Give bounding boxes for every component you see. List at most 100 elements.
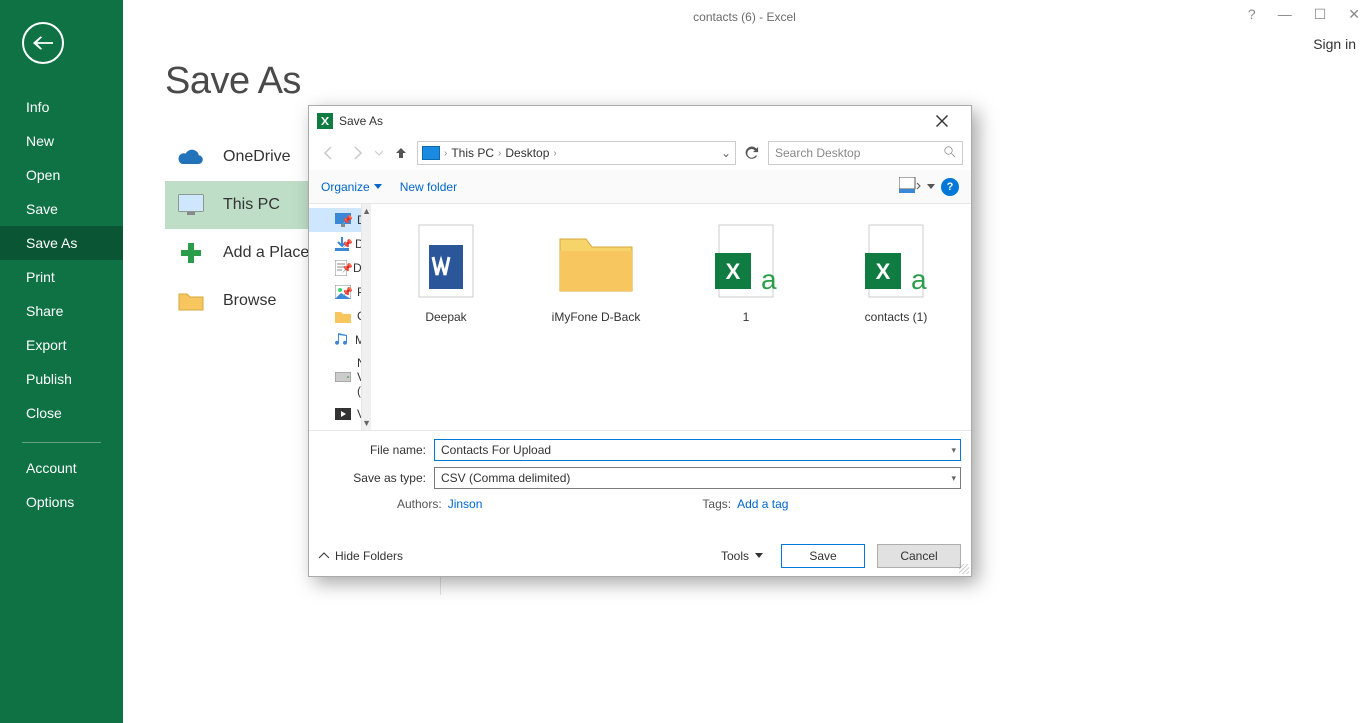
sign-in-link[interactable]: Sign in (1313, 36, 1356, 52)
maximize-button[interactable]: ☐ (1314, 6, 1327, 23)
arrow-up-icon (393, 145, 409, 161)
music-icon (335, 332, 349, 348)
arrow-right-icon (349, 145, 365, 161)
minimize-button[interactable]: — (1278, 6, 1292, 23)
dialog-close-button[interactable] (921, 108, 963, 134)
view-mode-button[interactable] (899, 177, 921, 196)
tags-value[interactable]: Add a tag (737, 497, 788, 511)
sidebar-item-share[interactable]: Share (0, 294, 123, 328)
tree-item-microsoft-excel[interactable]: Microsoft Excel (309, 426, 361, 430)
tree-item-new-volume-e-[interactable]: New Volume (E:) (309, 352, 361, 402)
save-type-label: Save as type: (319, 471, 434, 485)
folder-tree: Desktop📌Downloads📌Documents📌Pictures📌Chu… (309, 204, 362, 430)
hide-folders-toggle[interactable]: Hide Folders (319, 549, 403, 563)
view-icon (899, 177, 921, 193)
chevron-down-icon (375, 149, 383, 157)
svg-text:a,: a, (911, 264, 929, 295)
tree-item-documents[interactable]: Documents📌 (309, 256, 361, 280)
sidebar-item-publish[interactable]: Publish (0, 362, 123, 396)
nav-back-button[interactable] (317, 141, 341, 165)
tree-item-label: Downloads (355, 237, 362, 251)
sidebar-item-info[interactable]: Info (0, 90, 123, 124)
sidebar-item-options[interactable]: Options (0, 485, 123, 519)
scroll-down-icon[interactable]: ▼ (362, 418, 371, 428)
hide-folders-label: Hide Folders (335, 549, 403, 563)
help-button[interactable]: ? (1248, 6, 1256, 23)
resize-grip[interactable] (959, 564, 969, 574)
chevron-down-icon[interactable]: ▾ (951, 445, 956, 456)
file-name-input[interactable]: Contacts For Upload ▾ (434, 439, 961, 461)
tree-item-downloads[interactable]: Downloads📌 (309, 232, 361, 256)
chevron-down-icon[interactable] (927, 184, 935, 190)
chevron-right-icon: › (498, 148, 501, 159)
location-label: OneDrive (223, 148, 291, 166)
location-label: This PC (223, 196, 280, 214)
chevron-right-icon: › (553, 148, 556, 159)
csv-icon: Xa, (706, 222, 786, 302)
organize-menu[interactable]: Organize (321, 180, 382, 194)
nav-up-button[interactable] (389, 141, 413, 165)
file-item[interactable]: Deepak (391, 222, 501, 324)
back-button[interactable] (22, 22, 64, 64)
chevron-down-icon (755, 553, 763, 559)
pin-icon: 📌 (342, 239, 353, 250)
cancel-button[interactable]: Cancel (877, 544, 961, 568)
refresh-button[interactable] (740, 141, 764, 165)
sidebar-item-account[interactable]: Account (0, 451, 123, 485)
search-placeholder: Search Desktop (775, 146, 860, 160)
breadcrumb-part[interactable]: This PC (451, 146, 494, 160)
chevron-up-icon (319, 551, 329, 561)
nav-forward-button[interactable] (345, 141, 369, 165)
breadcrumb-bar[interactable]: › This PC › Desktop › ⌄ (417, 141, 736, 165)
pc-icon (175, 191, 207, 219)
chevron-down-icon[interactable]: ▾ (951, 473, 956, 484)
word-folder-icon (406, 222, 486, 302)
save-button[interactable]: Save (781, 544, 865, 568)
save-type-value: CSV (Comma delimited) (441, 471, 570, 485)
excel-icon (317, 113, 333, 129)
save-type-select[interactable]: CSV (Comma delimited) ▾ (434, 467, 961, 489)
organize-label: Organize (321, 180, 370, 194)
location-label: Browse (223, 292, 276, 310)
new-folder-button[interactable]: New folder (400, 180, 457, 194)
breadcrumb-part[interactable]: Desktop (505, 146, 549, 160)
tools-menu[interactable]: Tools (721, 549, 763, 563)
backstage-sidebar: InfoNewOpenSaveSave AsPrintShareExportPu… (0, 0, 123, 723)
location-label: Add a Place (223, 244, 309, 262)
file-item[interactable]: Xa, 1 (691, 222, 801, 324)
file-pane: Deepak iMyFone D-Back Xa, 1 Xa,contacts (1) (371, 204, 971, 430)
breadcrumb-dropdown[interactable]: ⌄ (721, 146, 731, 160)
tree-item-videos[interactable]: Videos (309, 402, 361, 426)
close-icon (936, 115, 948, 127)
file-item[interactable]: iMyFone D-Back (541, 222, 651, 324)
file-item[interactable]: Xa,contacts (1) (841, 222, 951, 324)
tree-item-desktop[interactable]: Desktop📌 (309, 208, 361, 232)
sidebar-item-save-as[interactable]: Save As (0, 226, 123, 260)
scroll-up-icon[interactable]: ▲ (362, 206, 371, 216)
nav-recent-dropdown[interactable] (373, 141, 385, 165)
tree-item-pictures[interactable]: Pictures📌 (309, 280, 361, 304)
back-arrow-icon (33, 36, 53, 50)
sidebar-item-save[interactable]: Save (0, 192, 123, 226)
refresh-icon (745, 146, 759, 160)
monitor-icon (422, 146, 440, 160)
sidebar-item-close[interactable]: Close (0, 396, 123, 430)
sidebar-item-print[interactable]: Print (0, 260, 123, 294)
search-input[interactable]: Search Desktop (768, 141, 963, 165)
authors-value[interactable]: Jinson (448, 497, 483, 511)
tree-item-music[interactable]: Music (309, 328, 361, 352)
file-label: Deepak (425, 310, 466, 324)
title-bar: contacts (6) - Excel ? — ☐ ✕ (123, 0, 1366, 36)
tree-item-church[interactable]: Church (309, 304, 361, 328)
folder-icon (335, 308, 351, 324)
sidebar-item-export[interactable]: Export (0, 328, 123, 362)
svg-text:X: X (726, 259, 741, 284)
tree-item-label: Music (355, 333, 362, 347)
authors-label: Authors: (397, 497, 442, 511)
sidebar-item-open[interactable]: Open (0, 158, 123, 192)
tree-scrollbar[interactable]: ▲ ▼ (362, 204, 371, 430)
close-window-button[interactable]: ✕ (1348, 6, 1360, 23)
file-label: 1 (743, 310, 750, 324)
sidebar-item-new[interactable]: New (0, 124, 123, 158)
help-button[interactable]: ? (941, 178, 959, 196)
